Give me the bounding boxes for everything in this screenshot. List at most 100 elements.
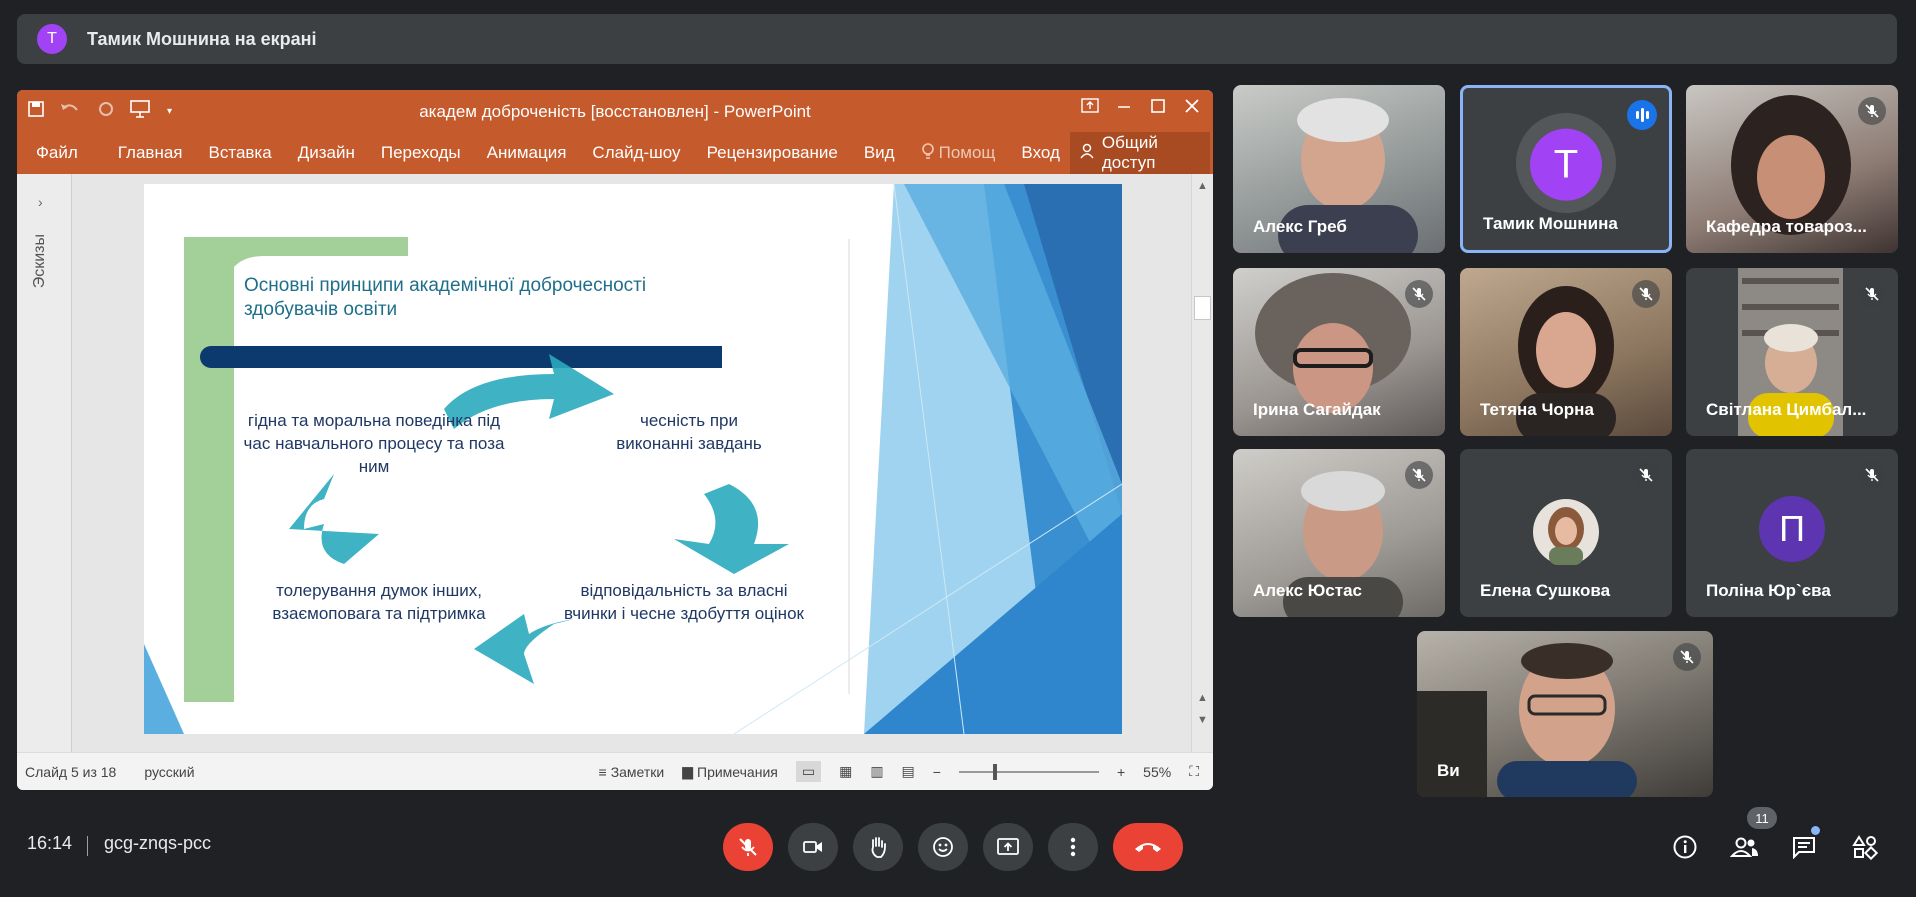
participant-tile[interactable]: П Поліна Юр`єва (1686, 449, 1898, 617)
emoji-reactions-button[interactable] (918, 823, 968, 871)
customize-toolbar-icon[interactable]: ▾ (167, 106, 172, 117)
vertical-scrollbar[interactable]: ▲ ▲ ▼ (1191, 174, 1213, 752)
presenter-avatar: T (37, 24, 67, 54)
share-button[interactable]: Общий доступ (1069, 125, 1210, 181)
notification-dot (1811, 826, 1820, 835)
participant-tile[interactable]: T Тамик Мошнина (1460, 85, 1672, 253)
zoom-level[interactable]: 55% (1143, 764, 1171, 780)
slideshow-view-icon[interactable]: ▤ (902, 763, 915, 780)
participant-tile[interactable]: Алекс Греб (1233, 85, 1445, 253)
participant-tile[interactable]: Ірина Сагайдак (1233, 268, 1445, 436)
slide-item-responsibility: відповідальність за власні вчинки і чесн… (564, 581, 804, 623)
participant-name: Тамик Мошнина (1483, 214, 1618, 233)
next-slide-icon[interactable]: ▼ (1197, 714, 1208, 726)
slide-title: Основні принципи академічної доброчеснос… (244, 275, 647, 320)
meeting-time: 16:14 (27, 833, 73, 853)
tab-animations[interactable]: Анимация (487, 143, 567, 163)
presenting-text: Тамик Мошнина на екрані (87, 28, 317, 49)
hangup-icon (1135, 843, 1161, 852)
comments-button[interactable]: ▆ Примечания (682, 763, 778, 780)
tab-transitions[interactable]: Переходы (381, 143, 461, 163)
language-indicator[interactable]: русский (144, 764, 194, 780)
self-view-tile[interactable]: Ви (1417, 631, 1713, 797)
reading-view-icon[interactable]: ▥ (870, 763, 883, 780)
lightbulb-icon (921, 142, 935, 165)
slide-sorter-icon[interactable]: ▦ (839, 763, 852, 780)
zoom-slider[interactable] (958, 763, 1099, 780)
notes-button[interactable]: ≡ Заметки (599, 764, 665, 780)
participant-tile[interactable]: Тетяна Чорна (1460, 268, 1672, 436)
help-label: Помощ (938, 143, 996, 162)
participant-name: Поліна Юр`єва (1706, 581, 1831, 600)
participant-avatar: П (1759, 496, 1825, 563)
tab-help[interactable]: Помощ (921, 142, 996, 165)
zoom-out-icon[interactable]: − (933, 764, 941, 780)
participant-name: Тетяна Чорна (1480, 400, 1594, 419)
tab-home[interactable]: Главная (118, 143, 183, 163)
slide-item-behavior: гідна та моральна поведінка під час навч… (243, 411, 505, 476)
slide-canvas[interactable]: Основні принципи академічної доброчеснос… (144, 184, 1122, 734)
tab-design[interactable]: Дизайн (298, 143, 355, 163)
meeting-code[interactable]: gcg-znqs-pcc (104, 833, 211, 854)
activities-icon (1852, 835, 1878, 860)
tab-slideshow[interactable]: Слайд-шоу (592, 143, 680, 163)
participant-tile[interactable]: Кафедра товароз... (1686, 85, 1898, 253)
slide-item-tolerance: толерування думок інших, взаємоповага та… (272, 581, 486, 623)
quick-access-toolbar: ▾ (17, 99, 172, 124)
mic-off-icon (739, 838, 757, 856)
tab-view[interactable]: Вид (864, 143, 895, 163)
participant-tile[interactable]: Світлана Цимбал... (1686, 268, 1898, 436)
camera-toggle-button[interactable] (788, 823, 838, 871)
notes-label: Заметки (610, 763, 665, 780)
scroll-thumb[interactable] (1194, 296, 1211, 320)
shared-screen[interactable]: ▾ академ доброченість [восстановлен] - P… (17, 90, 1213, 790)
divider (87, 836, 88, 856)
minimize-icon[interactable] (1115, 98, 1133, 119)
thumbnails-pane[interactable]: › Эскизы (17, 174, 72, 752)
normal-view-icon[interactable]: ▭ (795, 761, 822, 782)
participant-name: Елена Сушкова (1480, 581, 1611, 600)
share-label: Общий доступ (1101, 133, 1158, 172)
window-controls (1081, 98, 1201, 119)
ppt-title-bar: ▾ академ доброченість [восстановлен] - P… (17, 90, 1213, 132)
participant-tile[interactable]: Алекс Юстас (1233, 449, 1445, 617)
participant-avatar: T (1530, 128, 1602, 201)
participant-name: Алекс Греб (1253, 217, 1347, 236)
mic-off-icon (1405, 280, 1433, 308)
login-link[interactable]: Вход (1021, 143, 1059, 163)
undo-icon[interactable] (59, 100, 83, 123)
leave-call-button[interactable] (1113, 823, 1183, 871)
save-icon[interactable] (27, 100, 45, 123)
more-options-button[interactable] (1048, 823, 1098, 871)
chevron-right-icon[interactable]: › (38, 194, 43, 210)
ribbon-display-icon[interactable] (1081, 98, 1099, 119)
mic-off-icon (1858, 97, 1886, 125)
mic-off-icon (1405, 461, 1433, 489)
redo-icon[interactable] (97, 100, 115, 123)
scroll-up-icon[interactable]: ▲ (1197, 180, 1208, 192)
ribbon-tabs: Файл Главная Вставка Дизайн Переходы Ани… (17, 125, 1213, 181)
zoom-in-icon[interactable]: + (1117, 764, 1125, 780)
mic-off-icon (1858, 280, 1886, 308)
mic-off-icon (1632, 280, 1660, 308)
chat-button[interactable] (1787, 830, 1821, 864)
notes-icon: ≡ (598, 763, 607, 780)
present-button[interactable] (983, 823, 1033, 871)
meeting-details-button[interactable] (1668, 830, 1702, 864)
chat-icon (1793, 837, 1815, 859)
maximize-icon[interactable] (1149, 98, 1167, 119)
prev-slide-icon[interactable]: ▲ (1197, 692, 1208, 704)
tab-review[interactable]: Рецензирование (707, 143, 838, 163)
participant-video (1417, 643, 1637, 797)
participant-tile[interactable]: Елена Сушкова (1460, 449, 1672, 617)
slideshow-icon[interactable] (129, 99, 153, 124)
raise-hand-button[interactable] (853, 823, 903, 871)
activities-button[interactable] (1848, 830, 1882, 864)
comment-icon: ▆ (682, 763, 694, 779)
mic-toggle-button[interactable] (723, 823, 773, 871)
tab-file[interactable]: Файл (36, 143, 78, 163)
close-icon[interactable] (1183, 98, 1201, 119)
tab-insert[interactable]: Вставка (209, 143, 272, 163)
people-button[interactable] (1728, 830, 1762, 864)
fit-slide-icon[interactable]: ⛶ (1189, 763, 1199, 780)
